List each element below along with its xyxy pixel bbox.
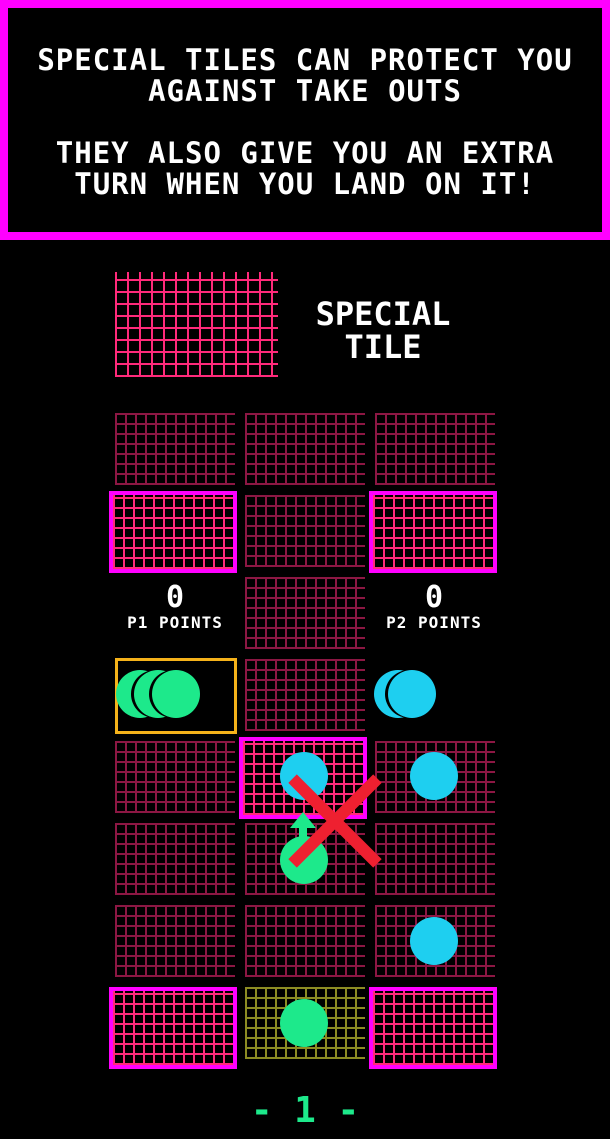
board-tile[interactable] bbox=[115, 741, 235, 813]
p2-piece bbox=[410, 752, 458, 800]
board-tile[interactable] bbox=[245, 495, 365, 567]
board-tile[interactable] bbox=[115, 823, 235, 895]
special-tile[interactable] bbox=[109, 491, 237, 573]
board-tile[interactable] bbox=[245, 577, 365, 649]
tutorial-banner: SPECIAL TILES CAN PROTECT YOU AGAINST TA… bbox=[0, 0, 610, 240]
special-tile[interactable] bbox=[369, 491, 497, 573]
legend-text: SPECIAL bbox=[315, 295, 451, 333]
p1-score-value: 0 bbox=[165, 580, 185, 615]
special-tile[interactable] bbox=[109, 987, 237, 1069]
p2-score-value: 0 bbox=[424, 580, 444, 615]
banner-text: SPECIAL TILES CAN PROTECT YOU bbox=[37, 43, 573, 77]
p1-score-label: P1 POINTS bbox=[127, 613, 223, 632]
p2-score-label: P2 POINTS bbox=[386, 613, 482, 632]
p1-score: 0 P1 POINTS bbox=[110, 580, 240, 633]
special-tile-legend-label: SPECIAL TILE bbox=[300, 298, 466, 364]
p1-home-piece[interactable] bbox=[152, 670, 200, 718]
banner-text: THEY ALSO GIVE YOU AN EXTRA bbox=[55, 136, 555, 170]
turn-indicator: - 1 - bbox=[250, 1090, 360, 1131]
banner-text: TURN WHEN YOU LAND ON IT! bbox=[74, 167, 536, 201]
board-tile[interactable] bbox=[115, 905, 235, 977]
p2-piece bbox=[410, 917, 458, 965]
board-tile[interactable] bbox=[245, 905, 365, 977]
p2-home-piece bbox=[388, 670, 436, 718]
p1-piece[interactable] bbox=[280, 999, 328, 1047]
board-tile[interactable] bbox=[375, 413, 495, 485]
p2-score: 0 P2 POINTS bbox=[369, 580, 499, 633]
blocked-x-icon bbox=[285, 770, 385, 870]
special-tile-legend bbox=[115, 272, 278, 377]
board-tile[interactable] bbox=[375, 823, 495, 895]
board-tile[interactable] bbox=[115, 413, 235, 485]
board-tile[interactable] bbox=[245, 659, 365, 731]
banner-text: AGAINST TAKE OUTS bbox=[148, 74, 462, 108]
board-tile[interactable] bbox=[245, 413, 365, 485]
legend-text: TILE bbox=[344, 328, 422, 366]
special-tile[interactable] bbox=[369, 987, 497, 1069]
